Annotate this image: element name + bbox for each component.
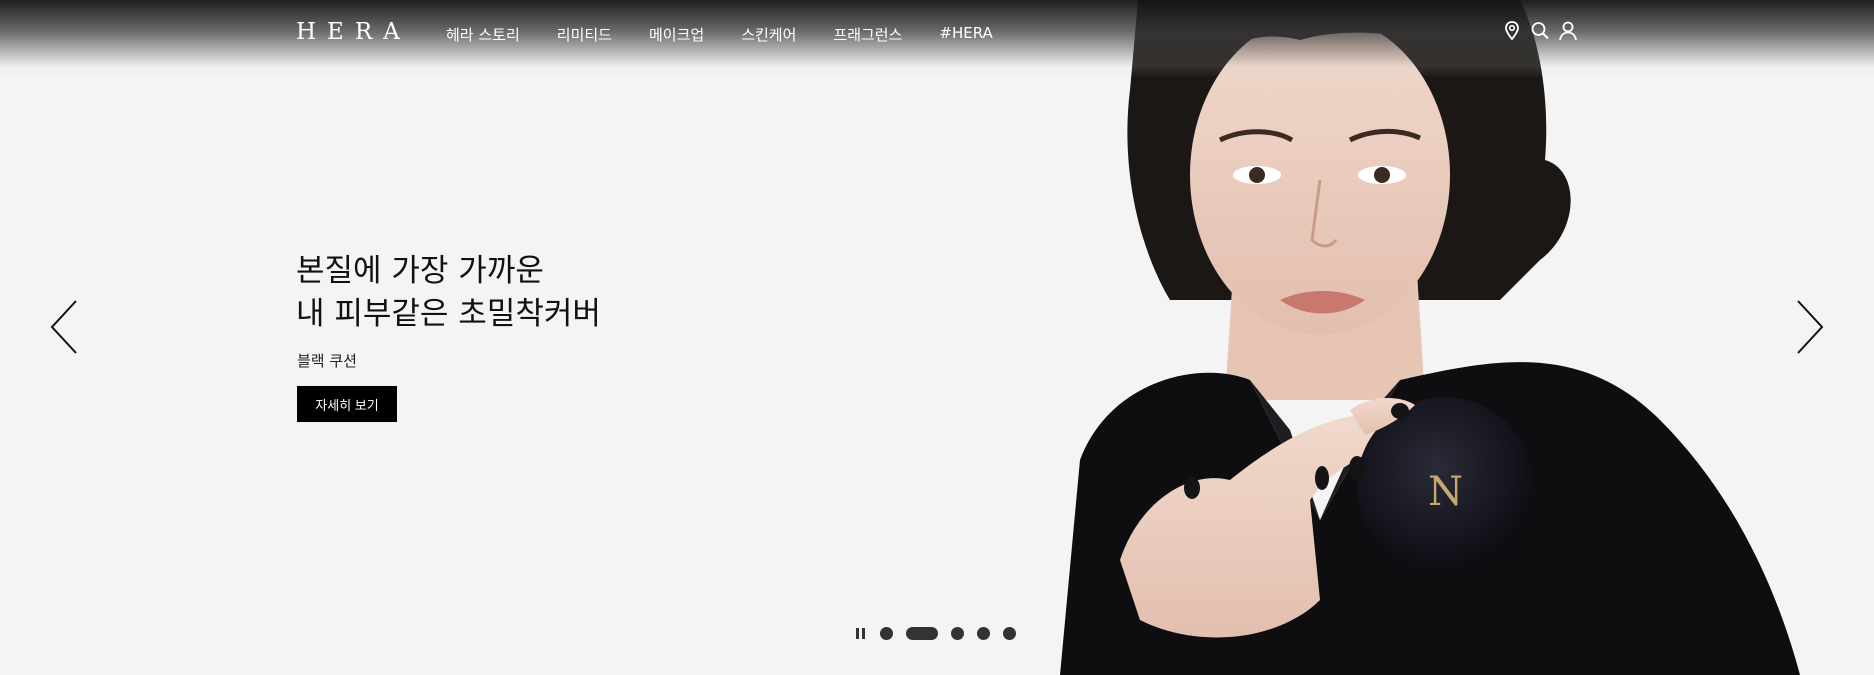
hero-product-name: 블랙 쿠션: [297, 352, 357, 370]
nav-item-fragrance[interactable]: 프래그런스: [833, 24, 902, 45]
nav-item-skincare[interactable]: 스킨케어: [741, 24, 796, 45]
hero-model-image: N: [1060, 0, 1800, 675]
hero-page: HERA 헤라 스토리 리미티드 메이크업 스킨케어 프래그런스 #HERA N…: [0, 0, 1874, 675]
slide-dot-5[interactable]: [1003, 626, 1016, 640]
hero-headline-line-2: 내 피부같은 초밀착커버: [296, 296, 601, 332]
hera-logo[interactable]: HERA: [296, 19, 411, 45]
main-nav: 헤라 스토리 리미티드 메이크업 스킨케어 프래그런스 #HERA: [446, 24, 1030, 45]
nav-item-hashtag-hera[interactable]: #HERA: [939, 24, 992, 45]
slide-dot-1[interactable]: [880, 626, 893, 640]
pause-icon[interactable]: [856, 627, 866, 639]
view-details-button[interactable]: 자세히 보기: [297, 386, 397, 422]
slide-dot-2-active[interactable]: [906, 626, 938, 640]
search-icon[interactable]: [1530, 20, 1550, 42]
nav-item-limited[interactable]: 리미티드: [557, 24, 612, 45]
location-pin-icon[interactable]: [1502, 20, 1522, 42]
nav-item-makeup[interactable]: 메이크업: [649, 24, 704, 45]
slide-pagination: [856, 625, 1029, 641]
hero-headline: 본질에 가장 가까운 내 피부같은 초밀착커버: [296, 250, 601, 336]
svg-text:N: N: [1428, 469, 1463, 515]
user-icon[interactable]: [1558, 20, 1578, 42]
prev-slide-arrow-icon[interactable]: [48, 298, 82, 356]
slide-dot-3[interactable]: [951, 626, 964, 640]
header-utility-icons: [1502, 20, 1578, 42]
nav-item-hera-story[interactable]: 헤라 스토리: [446, 24, 520, 45]
slide-dot-4[interactable]: [977, 626, 990, 640]
hero-headline-line-1: 본질에 가장 가까운: [296, 253, 544, 289]
next-slide-arrow-icon[interactable]: [1792, 298, 1826, 356]
